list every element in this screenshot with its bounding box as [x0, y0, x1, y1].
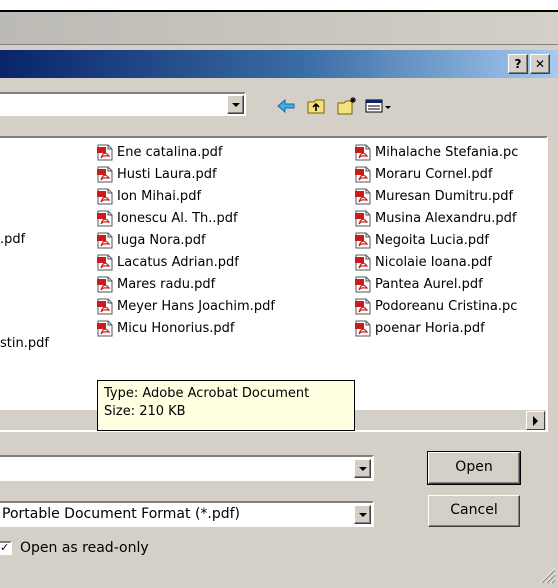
tooltip-type: Type: Adobe Acrobat Document: [104, 386, 310, 401]
pdf-file-icon: [97, 144, 113, 160]
back-arrow-icon[interactable]: [276, 96, 298, 116]
file-name: poenar Horia.pdf: [375, 320, 485, 336]
pdf-file-icon: [355, 166, 371, 182]
file-type-value: Portable Document Format (*.pdf): [2, 506, 241, 522]
list-item[interactable]: Husti Laura.pdf: [96, 164, 217, 184]
pdf-file-icon: [355, 320, 371, 336]
list-item[interactable]: Musina Alexandru.pdf: [354, 208, 516, 228]
file-name: Husti Laura.pdf: [117, 166, 217, 182]
views-menu-icon[interactable]: [364, 96, 394, 116]
list-item[interactable]: Mares radu.pdf: [96, 274, 215, 294]
file-name: Musina Alexandru.pdf: [375, 210, 517, 226]
file-name: Ene catalina.pdf: [117, 144, 223, 160]
pdf-file-icon: [97, 232, 113, 248]
close-button[interactable]: ✕: [530, 54, 550, 74]
pdf-file-icon: [355, 210, 371, 226]
list-item[interactable]: Ion Mihai.pdf: [96, 186, 201, 206]
list-item[interactable]: Podoreanu Cristina.pc: [354, 296, 517, 316]
file-name: Micu Honorius.pdf: [117, 320, 235, 336]
pdf-file-icon: [355, 276, 371, 292]
file-name-input[interactable]: [0, 455, 374, 481]
file-name: Ion Mihai.pdf: [117, 188, 202, 204]
up-folder-icon[interactable]: [306, 96, 328, 116]
tooltip-size: Size: 210 KB: [104, 404, 186, 419]
list-item[interactable]: poenar Horia.pdf: [354, 318, 485, 338]
list-item[interactable]: Ionescu Al. Th..pdf: [96, 208, 238, 228]
new-folder-icon[interactable]: [336, 96, 358, 116]
pdf-file-icon: [97, 188, 113, 204]
cancel-button[interactable]: Cancel: [428, 495, 520, 527]
read-only-label: Open as read-only: [20, 540, 149, 556]
help-button[interactable]: ?: [508, 54, 528, 74]
list-item[interactable]: Meyer Hans Joachim.pdf: [96, 296, 275, 316]
pdf-file-icon: [355, 232, 371, 248]
open-button[interactable]: Open: [427, 451, 521, 485]
list-item[interactable]: Iuga Nora.pdf: [96, 230, 206, 250]
look-in-dropdown-arrow[interactable]: [227, 95, 244, 114]
pdf-file-icon: [97, 298, 113, 314]
file-name: Mihalache Stefania.pc: [375, 144, 519, 160]
file-name: Iuga Nora.pdf: [117, 232, 206, 248]
list-item[interactable]: Moraru Cornel.pdf: [354, 164, 492, 184]
list-item[interactable]: Ene catalina.pdf: [96, 142, 222, 162]
file-name: Meyer Hans Joachim.pdf: [117, 298, 275, 314]
file-name: Lacatus Adrian.pdf: [117, 254, 239, 270]
read-only-checkbox[interactable]: ✓: [0, 541, 12, 555]
file-name-dropdown-arrow[interactable]: [354, 459, 371, 478]
file-name: Nicolaie Ioana.pdf: [375, 254, 492, 270]
resize-grip-icon[interactable]: [538, 566, 556, 584]
background-strip: [0, 0, 558, 10]
file-tooltip: Type: Adobe Acrobat Document Size: 210 K…: [97, 380, 355, 431]
pdf-file-icon: [355, 254, 371, 270]
pdf-file-icon: [97, 320, 113, 336]
file-type-select[interactable]: Portable Document Format (*.pdf): [0, 501, 374, 527]
pdf-file-icon: [97, 254, 113, 270]
list-item[interactable]: Mihalache Stefania.pc: [354, 142, 518, 162]
pdf-file-icon: [355, 298, 371, 314]
file-type-dropdown-arrow[interactable]: [354, 505, 371, 524]
checkbox-mark: ✓: [0, 541, 10, 554]
dialog-titlebar[interactable]: ? ✕: [0, 50, 558, 78]
list-item[interactable]: Negoita Lucia.pdf: [354, 230, 489, 250]
file-name: Podoreanu Cristina.pc: [375, 298, 518, 314]
file-name: Negoita Lucia.pdf: [375, 232, 489, 248]
file-name: Ionescu Al. Th..pdf: [117, 210, 238, 226]
pdf-file-icon: [355, 144, 371, 160]
list-item[interactable]: Micu Honorius.pdf: [96, 318, 234, 338]
look-in-combo[interactable]: [0, 92, 246, 116]
scroll-right-button[interactable]: [526, 411, 545, 430]
list-item[interactable]: Lacatus Adrian.pdf: [96, 252, 239, 272]
parent-window-frame: [0, 12, 558, 45]
file-name: Moraru Cornel.pdf: [375, 166, 493, 182]
pdf-file-icon: [97, 276, 113, 292]
file-name: Pantea Aurel.pdf: [375, 276, 483, 292]
list-item-fragment[interactable]: stin.pdf: [0, 336, 49, 351]
list-item[interactable]: Nicolaie Ioana.pdf: [354, 252, 492, 272]
pdf-file-icon: [97, 166, 113, 182]
list-item[interactable]: Muresan Dumitru.pdf: [354, 186, 513, 206]
pdf-file-icon: [97, 210, 113, 226]
file-name: Mares radu.pdf: [117, 276, 216, 292]
list-item[interactable]: Pantea Aurel.pdf: [354, 274, 483, 294]
pdf-file-icon: [355, 188, 371, 204]
list-item-fragment[interactable]: .pdf: [0, 232, 25, 247]
file-name: Muresan Dumitru.pdf: [375, 188, 514, 204]
